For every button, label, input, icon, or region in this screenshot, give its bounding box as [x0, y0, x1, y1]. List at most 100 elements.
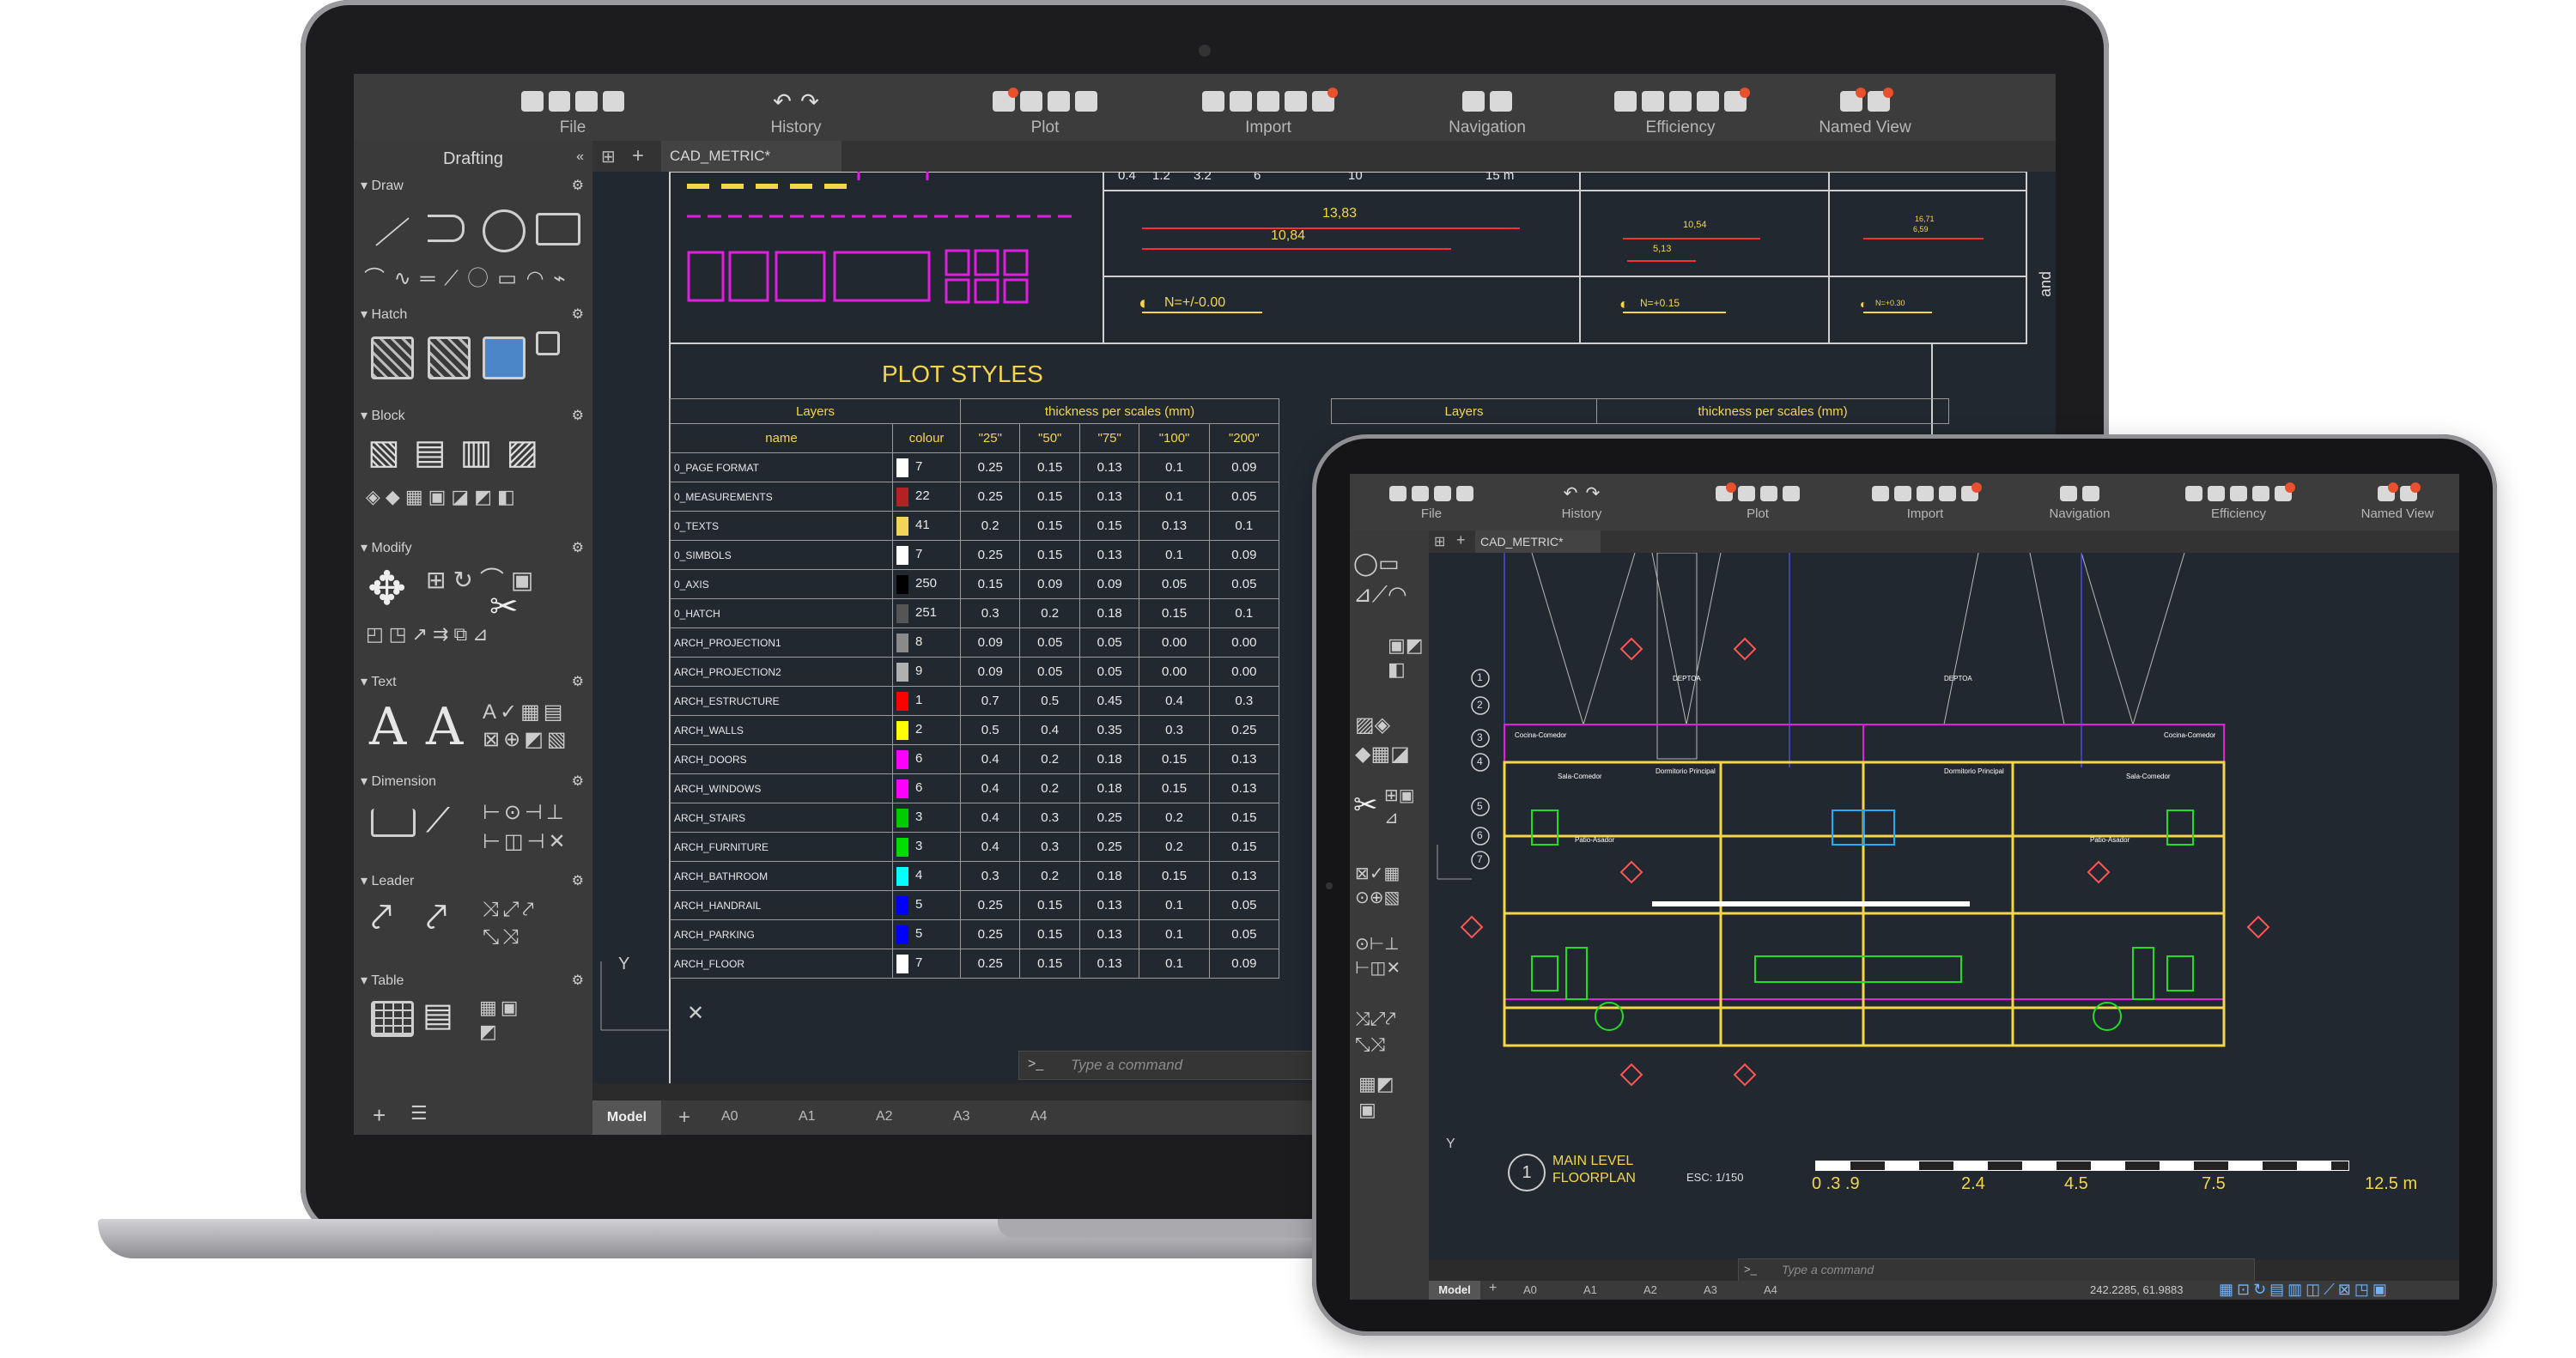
new-tab-icon[interactable]: + — [1456, 531, 1466, 549]
region-tool-icon[interactable] — [536, 331, 560, 355]
gear-icon[interactable]: ⚙ — [572, 773, 584, 790]
section-dimension[interactable]: Dimension — [361, 773, 436, 790]
gear-icon[interactable]: ⚙ — [572, 177, 584, 194]
command-line[interactable]: >_ Type a command — [1738, 1258, 2255, 1282]
layer-icon[interactable] — [1614, 91, 1637, 112]
collapse-panel-icon[interactable]: « — [576, 149, 584, 165]
open-folder-icon[interactable] — [548, 91, 570, 112]
quick-select-icon[interactable] — [1697, 91, 1719, 112]
attach-icon[interactable] — [1894, 486, 1911, 501]
undo-icon[interactable]: ↶ — [771, 90, 793, 112]
line-tool-icon[interactable] — [375, 217, 410, 246]
draw-more-tools-icon[interactable]: ⌒ ∿ ═ ⟋ ◯ ▭ ◠ ⌁ — [364, 261, 568, 291]
text-tools-icon[interactable]: ⊠✓▦ ⊙⊕▧ — [1355, 862, 1429, 910]
hatch-tool-icon[interactable] — [371, 336, 414, 379]
modify-tools-icon[interactable]: ⊞▣ ⊿ — [1384, 785, 1415, 829]
text-tools-icon[interactable]: A✓▦▤ ⊠⊕◩▧ — [483, 699, 586, 754]
section-text[interactable]: Text — [361, 673, 396, 690]
linear-dimension-icon[interactable] — [371, 809, 416, 837]
new-tab-icon[interactable]: + — [632, 144, 644, 168]
table-style-icon[interactable]: ▤ — [422, 996, 453, 1034]
print-icon[interactable] — [1020, 91, 1042, 112]
undo-icon[interactable]: ↶ — [1562, 485, 1579, 502]
gear-icon[interactable]: ⚙ — [572, 306, 584, 323]
document-tab[interactable]: CAD_METRIC* — [1475, 530, 1601, 553]
grid-view-icon[interactable]: ⊞ — [1434, 533, 1445, 550]
layout-tab-a4[interactable]: A4 — [1030, 1109, 1048, 1125]
aligned-dimension-icon[interactable]: ⟋ — [426, 802, 450, 840]
block-small-tools-icon[interactable]: ◈◆▦▣◪◩◧ — [366, 486, 520, 508]
table-tools-icon[interactable]: ▦◩ ▣ — [1358, 1071, 1432, 1123]
new-file-icon[interactable] — [521, 91, 544, 112]
layout-tab-model[interactable]: Model — [592, 1100, 661, 1135]
layout-tab-a2[interactable]: A2 — [876, 1109, 893, 1125]
view-manager-icon[interactable] — [2400, 482, 2421, 501]
open-folder-icon[interactable] — [1412, 486, 1429, 501]
move-icon[interactable]: ✥ — [368, 561, 406, 615]
single-line-text-icon[interactable]: A — [369, 697, 406, 757]
save-as-icon[interactable] — [602, 91, 624, 112]
boundary-tool-icon[interactable] — [483, 336, 526, 379]
multiline-text-icon[interactable]: A — [426, 697, 463, 757]
dimension-tools-icon[interactable]: ⊢⊙⊣⊥ ⊢◫⊣✕ — [483, 798, 586, 857]
properties-icon[interactable] — [2208, 486, 2225, 501]
panel-menu-icon[interactable]: ☰ — [410, 1102, 428, 1125]
add-layout-icon[interactable]: + — [678, 1106, 690, 1130]
status-toggle-icons[interactable]: ▦⊡↻▤▥◫⟋⊠◳▣ — [2219, 1281, 2391, 1299]
trim-scissors-icon[interactable]: ✂ — [1353, 788, 1378, 822]
layout-tab-a1[interactable]: A1 — [1583, 1283, 1597, 1296]
layout-tab-a2[interactable]: A2 — [1643, 1283, 1657, 1296]
section-modify[interactable]: Modify — [361, 539, 411, 556]
hatch-tools-icon[interactable]: ▣◩ ◧ — [1388, 634, 1424, 682]
properties-icon[interactable] — [1642, 91, 1664, 112]
quick-select-icon[interactable] — [2252, 486, 2269, 501]
block-tools-icon[interactable]: ▧▤▥▨ — [368, 433, 552, 472]
page-setup-icon[interactable] — [1760, 486, 1777, 501]
gear-icon[interactable]: ⚙ — [572, 972, 584, 989]
named-view-icon[interactable] — [2378, 482, 2398, 501]
trim-scissors-icon[interactable]: ✂ — [489, 587, 519, 627]
table-small-tools-icon[interactable]: ▦▣ ◩ — [479, 996, 548, 1044]
layout-tab-a3[interactable]: A3 — [953, 1109, 970, 1125]
layout-tab-a3[interactable]: A3 — [1704, 1283, 1717, 1296]
multileader-icon[interactable]: ⤤ — [426, 896, 447, 939]
named-view-icon[interactable] — [1840, 88, 1866, 112]
gear-icon[interactable]: ⚙ — [572, 407, 584, 424]
plot-icon[interactable] — [993, 88, 1018, 112]
match-icon[interactable] — [1669, 91, 1692, 112]
redo-icon[interactable]: ↷ — [799, 90, 821, 112]
circle-tool-icon[interactable] — [483, 209, 526, 252]
leader-tools-icon[interactable]: ⤨⤢⤤ ⤡⤨ — [1355, 1006, 1429, 1058]
pdf-import-icon[interactable] — [1312, 88, 1338, 112]
polyline-tool-icon[interactable] — [428, 215, 465, 242]
layout-tab-model[interactable]: Model — [1429, 1281, 1480, 1300]
section-hatch[interactable]: Hatch — [361, 306, 407, 323]
drawing-canvas[interactable]: DEPTOA DEPTOA Cocina-Comedor Cocina-Come… — [1429, 553, 2459, 1260]
zoom-window-icon[interactable] — [2060, 486, 2077, 501]
print-icon[interactable] — [1738, 486, 1755, 501]
match-icon[interactable] — [2230, 486, 2247, 501]
plot-icon[interactable] — [1716, 482, 1736, 501]
layout-tab-a1[interactable]: A1 — [799, 1109, 816, 1125]
zoom-window-icon[interactable] — [1462, 91, 1485, 112]
purge-icon[interactable] — [2275, 482, 2295, 501]
pan-hand-icon[interactable] — [1490, 91, 1512, 112]
gear-icon[interactable]: ⚙ — [572, 872, 584, 889]
grid-view-icon[interactable]: ⊞ — [601, 146, 616, 167]
layout-tab-a4[interactable]: A4 — [1764, 1283, 1777, 1296]
layout-tab-a0[interactable]: A0 — [1523, 1283, 1537, 1296]
page-setup-icon[interactable] — [1048, 91, 1070, 112]
save-icon[interactable] — [1434, 486, 1451, 501]
add-panel-icon[interactable]: + — [373, 1102, 386, 1129]
gradient-tool-icon[interactable] — [428, 336, 471, 379]
block-tools-icon[interactable]: ▨◈ ◆▦◪ — [1355, 711, 1429, 769]
section-table[interactable]: Table — [361, 972, 404, 989]
purge-icon[interactable] — [1724, 88, 1750, 112]
draw-tools-icon[interactable]: ◯▭ ⊿⟋◠ — [1353, 548, 1427, 609]
modify-small-tools-icon[interactable]: ◰◳↗⇉⧉⊿ — [366, 623, 494, 646]
command-input[interactable]: Type a command — [1782, 1263, 1874, 1276]
export-pdf-icon[interactable] — [1783, 486, 1800, 501]
document-tab[interactable]: CAD_METRIC* — [661, 141, 841, 172]
import-icon[interactable] — [1202, 91, 1224, 112]
leader-tools-icon[interactable]: ⤨⤢⤤ ⤡⤨ — [483, 896, 586, 951]
